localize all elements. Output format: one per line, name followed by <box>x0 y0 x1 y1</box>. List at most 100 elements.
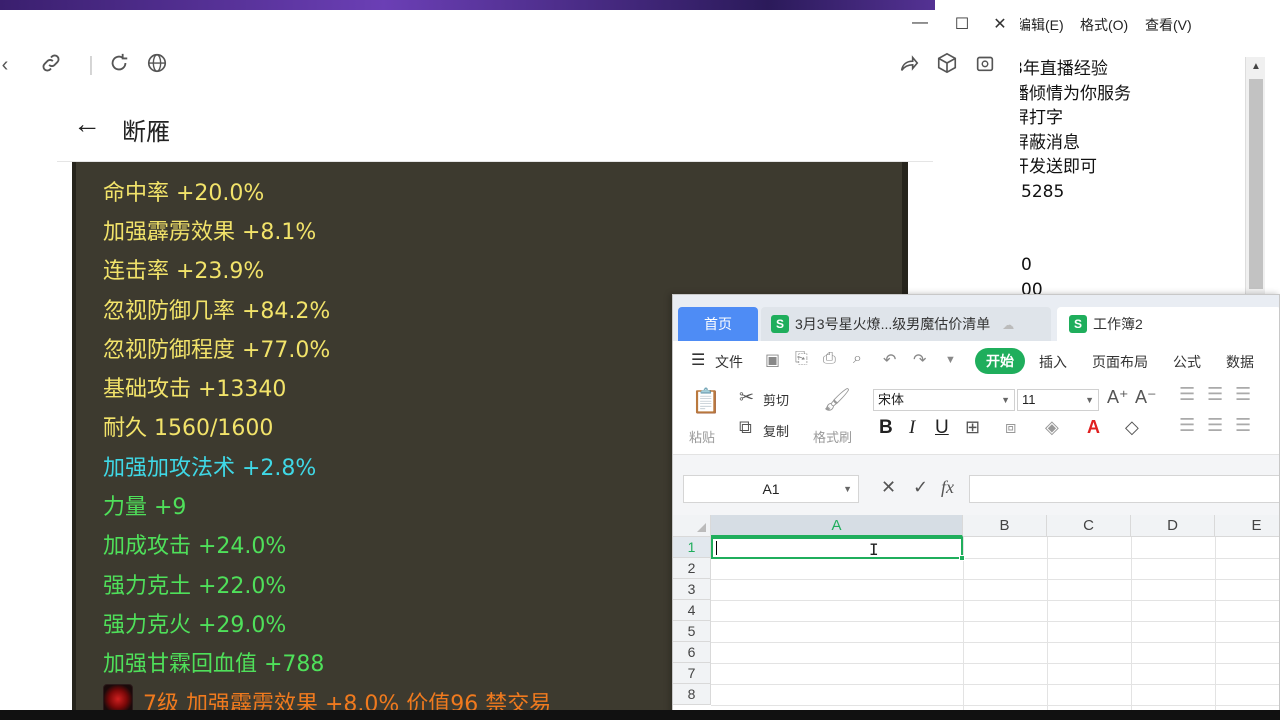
font-family-value: 宋体 <box>878 392 905 407</box>
cancel-icon[interactable]: ✕ <box>881 477 896 498</box>
menu-edit[interactable]: 编辑(E) <box>1017 15 1064 35</box>
scissors-icon[interactable]: ✂ <box>739 387 754 408</box>
wps-tab-bar: 首页 S 3月3号星火燎...级男魔估价清单 ☁ S 工作簿2 <box>673 295 1279 341</box>
grid-line <box>963 537 964 719</box>
tab-workbook2-label: 工作簿2 <box>1093 316 1143 332</box>
notepad-line: 0 <box>1021 255 1032 275</box>
tab-doc-estimate-label: 3月3号星火燎...级男魔估价清单 <box>795 316 991 332</box>
row-header[interactable]: 1 <box>673 537 711 558</box>
merge-icon[interactable]: ⧈ <box>1005 417 1016 438</box>
select-all-corner[interactable] <box>673 515 711 537</box>
stat-line: 连击率 +23.9% <box>103 259 265 284</box>
tab-home[interactable]: 首页 <box>678 307 758 341</box>
align-bottom-icon[interactable]: ☰ <box>1235 384 1251 405</box>
tab-workbook2[interactable]: S 工作簿2 <box>1057 307 1279 341</box>
function-icon[interactable]: fx <box>941 477 954 498</box>
align-right-icon[interactable]: ☰ <box>1235 415 1251 436</box>
row-header[interactable]: 2 <box>673 558 711 579</box>
scroll-up-icon[interactable]: ▲ <box>1246 57 1266 77</box>
save-icon[interactable]: ▣ <box>765 350 780 370</box>
tab-page-layout[interactable]: 页面布局 <box>1092 352 1148 372</box>
screenshot-icon[interactable] <box>972 52 998 78</box>
column-header[interactable]: A <box>711 515 963 537</box>
fill-handle[interactable] <box>959 555 965 561</box>
chat-title: 断雁 <box>122 119 170 146</box>
back-arrow-icon[interactable]: ← <box>73 108 101 140</box>
menu-view[interactable]: 查看(V) <box>1145 15 1192 35</box>
maximize-button[interactable]: ☐ <box>947 14 977 34</box>
tab-doc-estimate[interactable]: S 3月3号星火燎...级男魔估价清单 ☁ <box>761 307 1051 341</box>
paste-button[interactable]: 粘贴 <box>689 427 715 446</box>
brush-icon[interactable]: 🖌 <box>823 387 851 413</box>
bottom-edge <box>0 710 1280 720</box>
copy-icon[interactable]: ⧉ <box>739 417 752 438</box>
align-top-icon[interactable]: ☰ <box>1179 384 1195 405</box>
undo-icon[interactable]: ↶ <box>883 350 896 370</box>
column-header[interactable]: E <box>1215 515 1279 537</box>
align-middle-icon[interactable]: ☰ <box>1207 384 1223 405</box>
export-icon[interactable]: ⎘ <box>795 350 808 368</box>
tab-data[interactable]: 数据 <box>1226 352 1254 372</box>
chevron-left-icon[interactable]: ‹ <box>0 52 18 78</box>
redo-icon[interactable]: ↷ <box>913 350 926 370</box>
stat-line: 基础攻击 +13340 <box>103 377 287 402</box>
font-family-select[interactable]: 宋体 ▼ <box>873 389 1015 411</box>
print-icon[interactable]: ⎙ <box>823 350 836 368</box>
underline-button[interactable]: U <box>935 417 949 439</box>
font-color-icon[interactable]: A <box>1087 417 1100 438</box>
font-size-value: 11 <box>1022 392 1036 407</box>
tab-insert[interactable]: 插入 <box>1039 352 1067 372</box>
column-header[interactable]: D <box>1131 515 1215 537</box>
share-icon[interactable] <box>896 52 922 78</box>
confirm-icon[interactable]: ✓ <box>913 477 928 498</box>
stat-line: 忽视防御几率 +84.2% <box>103 299 331 324</box>
notepad-scrollbar[interactable]: ▲ <box>1245 57 1265 297</box>
menu-format[interactable]: 格式(O) <box>1080 15 1128 35</box>
row-header[interactable]: 8 <box>673 684 711 705</box>
eraser-icon[interactable]: ◇ <box>1125 417 1139 438</box>
close-button[interactable]: ✕ <box>985 14 1015 34</box>
hamburger-icon[interactable]: ☰ <box>691 350 705 370</box>
font-size-select[interactable]: 11 ▼ <box>1017 389 1099 411</box>
italic-button[interactable]: I <box>909 417 915 439</box>
name-box[interactable]: A1 ▼ <box>683 475 859 503</box>
active-cell-a1[interactable]: I <box>711 537 965 561</box>
row-header[interactable]: 6 <box>673 642 711 663</box>
spreadsheet-icon: S <box>771 315 789 334</box>
link-icon[interactable] <box>38 52 64 78</box>
cut-button[interactable]: 剪切 <box>763 390 789 409</box>
tab-formula[interactable]: 公式 <box>1173 352 1201 372</box>
row-header[interactable]: 3 <box>673 579 711 600</box>
menu-file[interactable]: 文件 <box>715 352 743 372</box>
bold-button[interactable]: B <box>879 417 893 439</box>
align-center-icon[interactable]: ☰ <box>1207 415 1223 436</box>
border-icon[interactable]: ⊞ <box>965 417 980 438</box>
row-header[interactable]: 7 <box>673 663 711 684</box>
formula-input[interactable] <box>969 475 1279 503</box>
grid-line <box>1047 537 1048 719</box>
column-header[interactable]: B <box>963 515 1047 537</box>
minimize-button[interactable]: — <box>905 14 935 32</box>
tab-start[interactable]: 开始 <box>975 348 1025 374</box>
column-header[interactable]: C <box>1047 515 1131 537</box>
row-header[interactable]: 4 <box>673 600 711 621</box>
copy-button[interactable]: 复制 <box>763 421 789 440</box>
decrease-font-icon[interactable]: A⁻ <box>1135 387 1157 408</box>
paste-icon[interactable]: 📋 <box>691 387 721 416</box>
format-painter-button[interactable]: 格式刷 <box>813 427 852 446</box>
cube-icon[interactable] <box>934 52 960 78</box>
row-header[interactable]: 5 <box>673 621 711 642</box>
increase-font-icon[interactable]: A⁺ <box>1107 387 1129 408</box>
grid-line <box>711 684 1279 685</box>
globe-icon[interactable] <box>144 52 170 78</box>
scroll-thumb[interactable] <box>1249 79 1263 289</box>
fill-color-icon[interactable]: ◈ <box>1045 417 1059 438</box>
stat-line: 加强甘霖回血值 +788 <box>103 652 325 677</box>
quick-access-dropdown-icon[interactable]: ▼ <box>945 354 956 366</box>
refresh-icon[interactable] <box>106 52 132 78</box>
spreadsheet-grid[interactable]: A B C D E 1 2 3 4 5 6 7 8 I <box>673 515 1279 719</box>
grid-line <box>711 705 1279 706</box>
align-left-icon[interactable]: ☰ <box>1179 415 1195 436</box>
preview-icon[interactable]: ⌕ <box>853 350 862 368</box>
cloud-icon[interactable]: ☁ <box>1002 318 1014 332</box>
